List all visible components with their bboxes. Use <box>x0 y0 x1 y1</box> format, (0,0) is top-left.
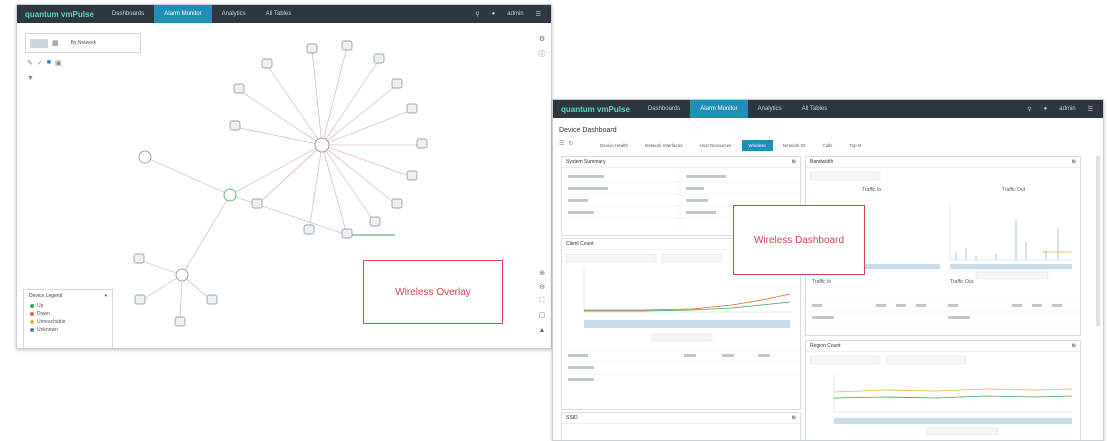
export-icon[interactable]: ▲ <box>537 327 547 334</box>
traffic-in-table-title: Traffic In <box>812 279 832 285</box>
fullscreen-icon[interactable]: ▢ <box>537 311 547 319</box>
device-node[interactable] <box>251 198 263 209</box>
vertical-scrollbar[interactable] <box>1096 156 1100 326</box>
device-node[interactable] <box>306 43 318 54</box>
nav-tab-alarm-monitor[interactable]: Alarm Monitor <box>690 100 748 118</box>
panel-settings-icon[interactable]: ⚙ <box>1072 159 1076 165</box>
tab-device-health[interactable]: Device Health <box>593 140 635 151</box>
top-nav-bar: quantum vmPulse Dashboards Alarm Monitor… <box>553 100 1103 118</box>
region-count-panel: Region Count ⚙ <box>805 340 1081 440</box>
search-icon[interactable]: ⚲ <box>1027 106 1031 113</box>
tab-network-interfaces[interactable]: Network Interfaces <box>638 140 690 151</box>
device-node[interactable] <box>233 83 245 94</box>
overlay-window: quantum vmPulse Dashboards Alarm Monitor… <box>16 4 552 349</box>
menu-icon[interactable]: ☰ <box>1088 106 1093 113</box>
panel-settings-icon[interactable]: ⚙ <box>1072 343 1076 349</box>
device-node[interactable] <box>391 78 403 89</box>
user-icon[interactable]: ● <box>1044 106 1048 112</box>
user-name[interactable]: admin <box>1059 106 1075 112</box>
device-node[interactable] <box>133 253 145 264</box>
device-node[interactable] <box>134 294 146 305</box>
nav-tab-all-tables[interactable]: All Tables <box>792 100 838 118</box>
settings-icon[interactable]: ⚙ <box>537 35 547 43</box>
traffic-out-table-title: Traffic Out <box>950 279 974 285</box>
status-dot-icon <box>30 304 34 308</box>
legend-item: Unreachable <box>24 318 112 326</box>
tab-calls[interactable]: Calls <box>815 140 839 151</box>
device-node[interactable] <box>174 316 186 327</box>
device-node[interactable] <box>369 216 381 227</box>
list-icon[interactable]: ☰ <box>559 140 564 147</box>
dashboard-sub-tabs: Device Health Network Interfaces Host Re… <box>593 140 868 151</box>
legend-item: Unknown <box>24 326 112 334</box>
tab-top-n[interactable]: Top N <box>842 140 868 151</box>
brand-logo[interactable]: quantum vmPulse <box>553 105 638 114</box>
device-node[interactable] <box>416 138 428 149</box>
device-legend: Device Legend ▾ Up Down Unreachable Unkn… <box>23 289 113 348</box>
fit-view-icon[interactable]: ⛶ <box>537 297 547 305</box>
device-node[interactable] <box>341 228 353 239</box>
network-node[interactable] <box>138 150 152 164</box>
device-node[interactable] <box>391 198 403 209</box>
tab-host-resources[interactable]: Host Resources <box>693 140 739 151</box>
refresh-icon[interactable]: ↻ <box>568 140 573 147</box>
device-node[interactable] <box>206 294 218 305</box>
zoom-out-icon[interactable]: ⊖ <box>537 283 547 291</box>
network-node[interactable] <box>175 268 189 282</box>
panel-settings-icon[interactable]: ⚙ <box>792 415 796 421</box>
legend-item: Up <box>24 302 112 310</box>
device-node[interactable] <box>341 40 353 51</box>
status-dot-icon <box>30 328 34 332</box>
device-node[interactable] <box>406 103 418 114</box>
legend-item: Down <box>24 310 112 318</box>
legend-title: Device Legend <box>29 293 63 299</box>
traffic-in-chart-title: Traffic In <box>862 187 882 193</box>
status-dot-icon <box>30 320 34 324</box>
collapse-icon[interactable]: ▾ <box>104 293 107 299</box>
device-node[interactable] <box>373 53 385 64</box>
traffic-out-chart-title: Traffic Out <box>1002 187 1026 193</box>
panel-title: System Summary <box>566 159 606 165</box>
tab-network-io[interactable]: Network IO <box>776 140 813 151</box>
dashboard-title: Device Dashboard <box>559 127 617 134</box>
wireless-overlay-callout: Wireless Overlay <box>363 260 503 324</box>
panel-settings-icon[interactable]: ⚙ <box>792 159 796 165</box>
region-count-chart <box>809 355 1073 436</box>
nav-tab-dashboards[interactable]: Dashboards <box>638 100 690 118</box>
nav-tab-analytics[interactable]: Analytics <box>748 100 792 118</box>
network-node[interactable] <box>314 137 330 153</box>
status-dot-icon <box>30 312 34 316</box>
device-node[interactable] <box>303 224 315 235</box>
info-icon[interactable]: ⓘ <box>537 49 547 59</box>
tab-wireless[interactable]: Wireless <box>741 140 773 151</box>
panel-title: Region Count <box>810 343 841 349</box>
panel-title: SSID <box>566 415 578 421</box>
zoom-in-icon[interactable]: ⊕ <box>537 269 547 277</box>
ssid-panel: SSID ⚙ <box>561 412 801 440</box>
dashboard-window: quantum vmPulse Dashboards Alarm Monitor… <box>552 99 1104 441</box>
wireless-dashboard-callout: Wireless Dashboard <box>733 205 865 275</box>
panel-title: Client Count <box>566 241 594 247</box>
dashboard-toolbar: ☰ ↻ <box>559 140 573 147</box>
device-node[interactable] <box>261 58 273 69</box>
network-node[interactable] <box>223 188 237 202</box>
device-node[interactable] <box>229 120 241 131</box>
panel-title: Bandwidth <box>810 159 834 165</box>
device-node[interactable] <box>406 170 418 181</box>
